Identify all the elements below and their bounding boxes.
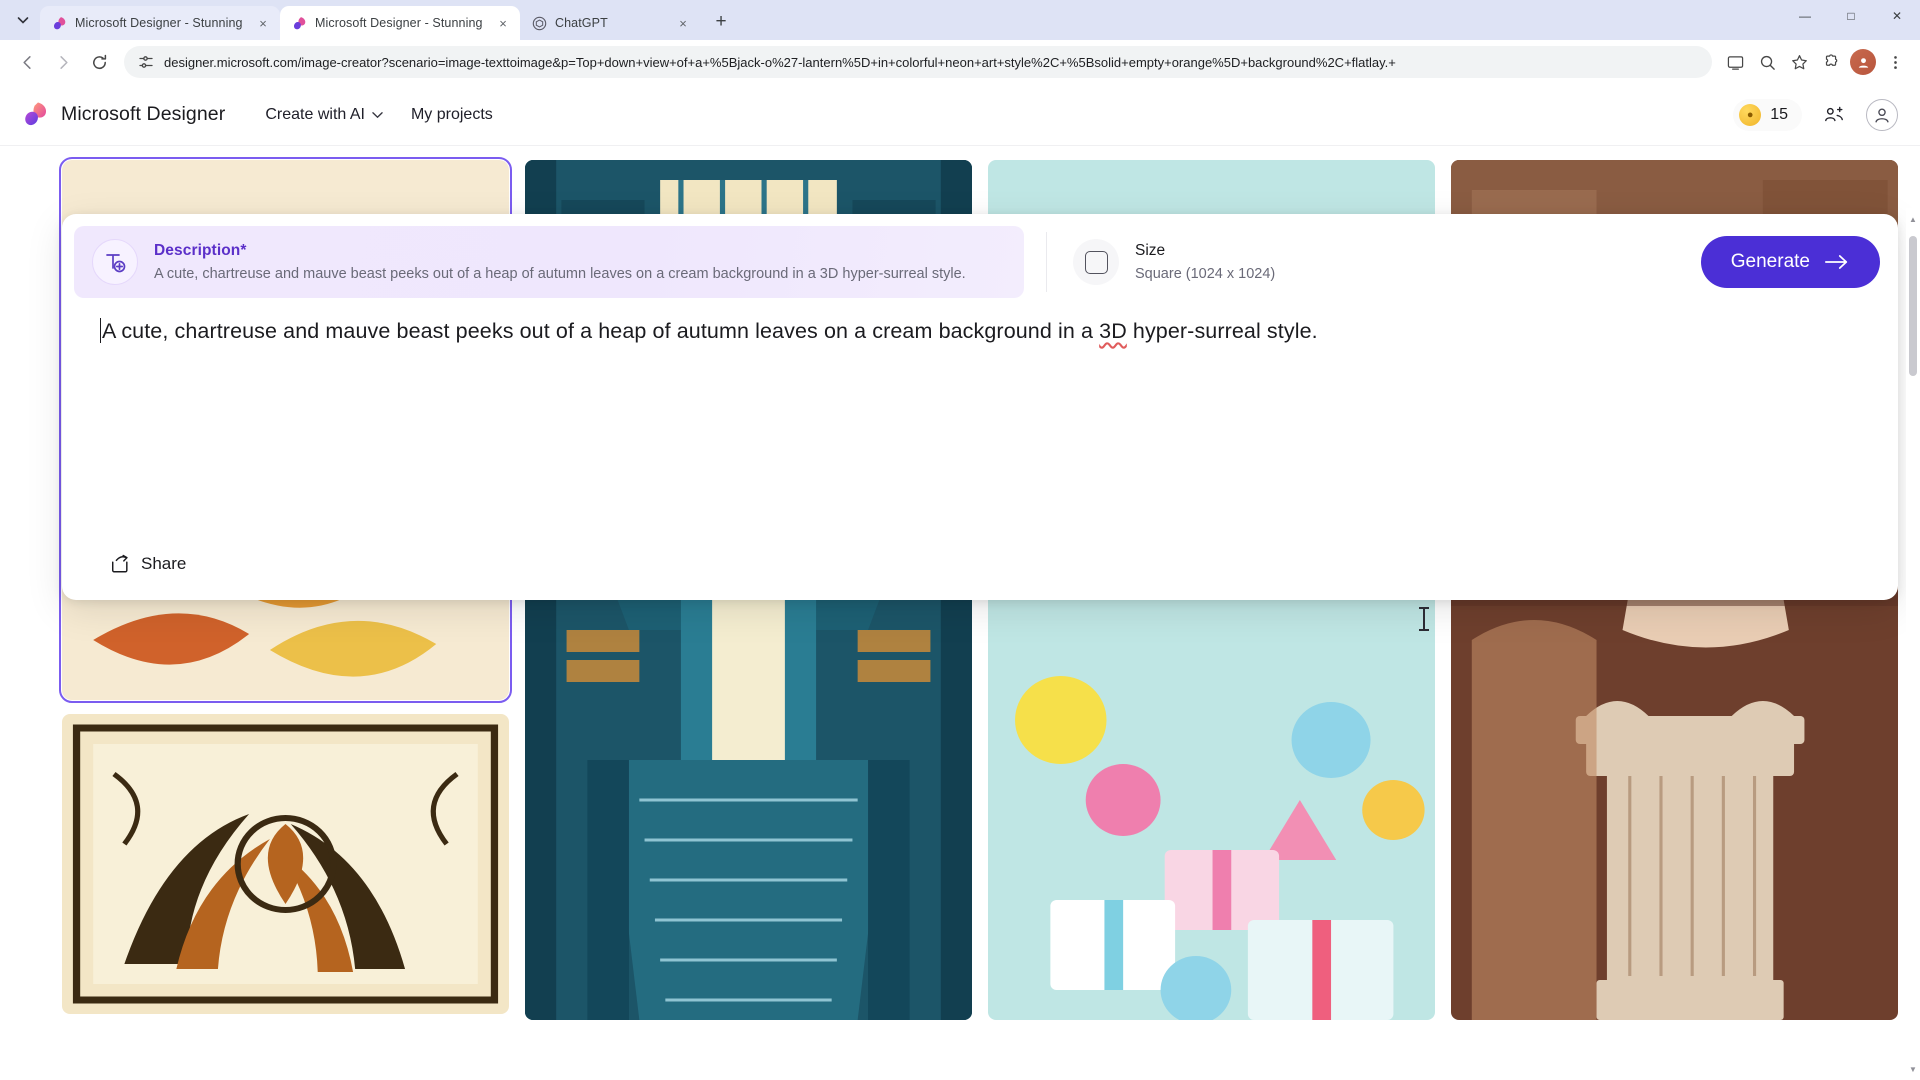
scroll-up-arrow[interactable]: ▲ [1908,214,1918,224]
prompt-text-misspelled: 3D [1099,319,1127,343]
mouse-ibeam-cursor [1419,607,1429,631]
browser-window: Microsoft Designer - Stunning d × Micros… [0,0,1920,1080]
browser-tab[interactable]: Microsoft Designer - Stunning d × [40,6,280,40]
browser-tab[interactable]: ChatGPT × [520,6,700,40]
reload-icon [92,54,106,69]
maximize-button[interactable]: □ [1828,0,1874,32]
forward-button[interactable] [46,45,80,79]
app-header-right: ● 15 [1733,97,1898,133]
browser-toolbar: designer.microsoft.com/image-creator?sce… [0,40,1920,84]
star-icon[interactable] [1784,47,1814,77]
nav-label: Create with AI [265,105,365,123]
scroll-down-arrow[interactable]: ▼ [1908,1064,1918,1074]
kebab-menu-icon[interactable] [1880,47,1910,77]
browser-tab-active[interactable]: Microsoft Designer - Stunning d × [280,6,520,40]
prompt-text-after: hyper-surreal style. [1126,319,1318,343]
page-content: Description* A cute, chartreuse and mauv… [0,146,1920,1080]
tab-close-button[interactable]: × [494,14,512,32]
coin-icon: ● [1739,103,1762,126]
site-settings-icon[interactable] [138,54,154,70]
back-button[interactable] [10,45,44,79]
url-text: designer.microsoft.com/image-creator?sce… [164,54,1396,70]
nav-label: My projects [410,105,493,123]
close-window-button[interactable]: ✕ [1874,0,1920,32]
square-shape-icon [1073,239,1119,285]
nav-create-with-ai[interactable]: Create with AI [251,98,397,132]
tab-close-button[interactable]: × [254,14,272,32]
prompt-panel: Description* A cute, chartreuse and mauv… [62,214,1898,631]
share-people-icon[interactable] [1816,97,1852,133]
size-card[interactable]: Size Square (1024 x 1024) [1073,226,1275,298]
chevron-down-icon [372,111,383,119]
tab-search-button[interactable] [6,3,40,37]
share-button[interactable]: Share [100,546,196,582]
chatgpt-icon [531,15,547,31]
description-text: A cute, chartreuse and mauve beast peeks… [154,266,966,282]
credits-chip[interactable]: ● 15 [1733,98,1802,131]
size-label: Size [1135,242,1166,259]
reload-button[interactable] [82,45,116,79]
prompt-text-before: A cute, chartreuse and mauve beast peeks… [102,319,1100,343]
avatar [1850,49,1876,75]
window-controls: — □ ✕ [1782,0,1920,40]
share-icon [110,554,130,574]
size-value: Square (1024 x 1024) [1135,266,1276,282]
designer-app-header: Microsoft Designer Create with AI My pro… [0,84,1920,146]
web-page: Microsoft Designer Create with AI My pro… [0,84,1920,1080]
tab-title: Microsoft Designer - Stunning d [75,16,246,30]
address-bar[interactable]: designer.microsoft.com/image-creator?sce… [124,46,1712,78]
gallery-item-pumpkin-woodcut[interactable] [62,714,509,1014]
forward-arrow-icon [59,55,68,69]
divider [1046,232,1047,292]
account-circle-icon[interactable] [1866,98,1898,131]
generate-label: Generate [1730,251,1810,272]
scrollbar-thumb[interactable] [1909,236,1917,376]
credits-count: 15 [1770,105,1788,123]
text-cursor [100,318,101,343]
tab-strip: Microsoft Designer - Stunning d × Micros… [0,0,1920,40]
prompt-panel-footer: Share [74,546,1886,600]
brand-name: Microsoft Designer [61,103,226,125]
zoom-icon[interactable] [1752,47,1782,77]
prompt-textarea[interactable]: A cute, chartreuse and mauve beast peeks… [74,298,1886,631]
description-body: Description* A cute, chartreuse and mauv… [154,242,966,282]
tab-title: Microsoft Designer - Stunning d [315,16,486,30]
minimize-button[interactable]: — [1782,0,1828,32]
profile-avatar[interactable] [1848,47,1878,77]
description-card[interactable]: Description* A cute, chartreuse and mauv… [74,226,1024,298]
designer-icon [291,15,307,31]
extensions-icon[interactable] [1816,47,1846,77]
size-body: Size Square (1024 x 1024) [1135,242,1275,282]
new-tab-button[interactable]: + [706,7,736,37]
generate-button[interactable]: Generate [1700,236,1880,288]
square-glyph [1084,250,1108,274]
page-scrollbar[interactable]: ▲ ▼ [1906,208,1920,1080]
brand[interactable]: Microsoft Designer [22,101,225,128]
tab-close-button[interactable]: × [674,14,692,32]
designer-logo-icon [22,101,49,128]
tab-title: ChatGPT [555,16,608,30]
description-label: Description* [154,242,247,259]
chevron-down-icon [17,17,29,24]
install-app-icon[interactable] [1720,47,1750,77]
app-nav: Create with AI My projects [251,98,506,132]
back-arrow-icon [22,55,31,69]
arrow-right-icon [1824,253,1850,271]
nav-my-projects[interactable]: My projects [397,98,507,132]
prompt-panel-top: Description* A cute, chartreuse and mauv… [74,226,1886,298]
add-text-icon [92,239,138,285]
thumbnail-image [62,714,509,1014]
share-label: Share [141,554,187,573]
designer-icon [51,15,67,31]
